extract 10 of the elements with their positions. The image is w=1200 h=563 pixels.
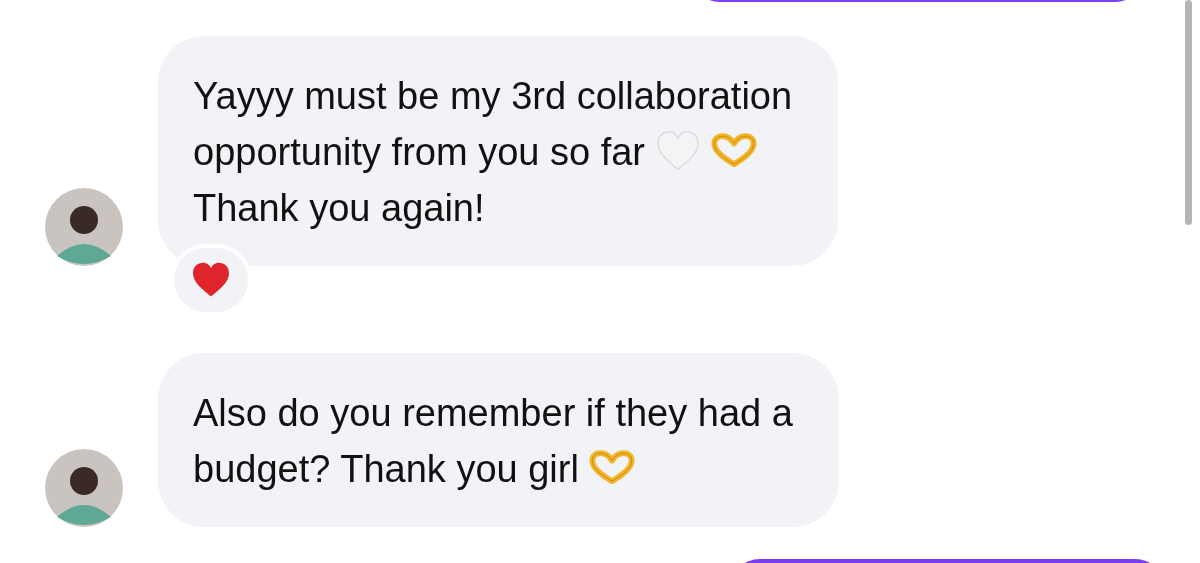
scrollbar[interactable] <box>1185 0 1192 225</box>
message-text: Thank you again! <box>193 186 485 231</box>
heart-icon <box>191 262 231 298</box>
avatar[interactable] <box>45 188 123 266</box>
message-text: Yayyy must be my 3rd collaboration <box>193 74 793 119</box>
message-text: Also do you remember if they had a <box>193 391 793 436</box>
avatar[interactable] <box>45 449 123 527</box>
heart-icon <box>655 131 701 171</box>
message-text: opportunity from you so far <box>193 130 645 175</box>
message-text: budget? Thank you girl <box>193 447 579 492</box>
